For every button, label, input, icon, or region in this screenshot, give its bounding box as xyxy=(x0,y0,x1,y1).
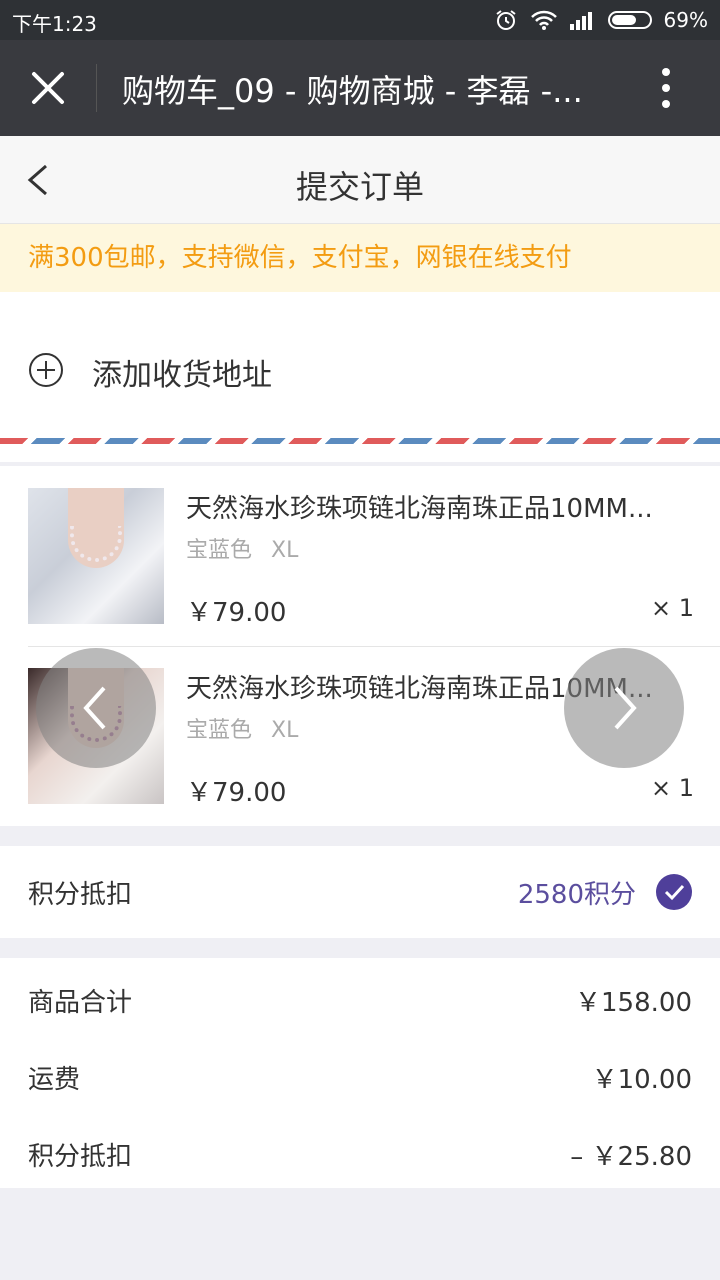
carousel-prev-button[interactable] xyxy=(36,648,156,768)
carousel-next-button[interactable] xyxy=(564,648,684,768)
goods-total-label: 商品合计 xyxy=(28,988,133,1018)
add-address-section[interactable]: 添加收货地址 xyxy=(0,292,720,462)
shipping-notice: 满300包邮，支持微信，支付宝，网银在线支付 xyxy=(0,224,720,292)
signal-icon xyxy=(569,12,592,30)
status-bar: 下午1:23 69% xyxy=(0,0,720,40)
airmail-stripe xyxy=(0,438,720,444)
product-image xyxy=(28,488,164,624)
status-icons: 69% xyxy=(494,6,708,34)
product-name: 天然海水珍珠项链北海南珠正品10MM... xyxy=(186,494,653,524)
summary-row-shipping: 运费 ￥10.00 xyxy=(0,1035,720,1112)
status-time: 下午1:23 xyxy=(12,12,97,36)
product-quantity: × 1 xyxy=(650,594,694,622)
points-deduction-row[interactable]: 积分抵扣 2580积分 xyxy=(0,846,720,938)
shipping-value: ￥10.00 xyxy=(591,1065,692,1095)
list-item[interactable]: 天然海水珍珠项链北海南珠正品10MM... 宝蓝色 XL ￥79.00 × 1 xyxy=(0,466,720,647)
battery-level xyxy=(611,15,637,25)
product-price: ￥79.00 xyxy=(186,778,287,808)
product-size: XL xyxy=(271,538,299,563)
checkmark-icon[interactable] xyxy=(656,874,692,910)
summary-row-goods: 商品合计 ￥158.00 xyxy=(0,958,720,1035)
product-size: XL xyxy=(271,718,299,743)
summary-row-points: 积分抵扣 – ￥25.80 xyxy=(0,1112,720,1189)
battery-percent: 69% xyxy=(663,8,708,32)
close-icon[interactable] xyxy=(28,68,68,108)
alarm-icon xyxy=(495,10,516,30)
wifi-icon xyxy=(530,10,557,30)
points-value: 2580积分 xyxy=(517,880,636,910)
more-menu-icon[interactable] xyxy=(660,68,672,108)
header-divider xyxy=(96,64,97,112)
shipping-label: 运费 xyxy=(28,1065,81,1095)
product-color: 宝蓝色 xyxy=(186,718,253,743)
add-circle-icon xyxy=(29,353,63,387)
points-deduction-label: 积分抵扣 xyxy=(28,1142,133,1172)
order-summary: 商品合计 ￥158.00 运费 ￥10.00 积分抵扣 – ￥25.80 xyxy=(0,958,720,1188)
add-address-label: 添加收货地址 xyxy=(92,358,272,393)
points-label: 积分抵扣 xyxy=(28,880,133,910)
product-spec: 宝蓝色 XL xyxy=(186,532,310,564)
product-list: 天然海水珍珠项链北海南珠正品10MM... 宝蓝色 XL ￥79.00 × 1 … xyxy=(0,466,720,826)
chevron-right-icon xyxy=(614,686,637,730)
product-spec: 宝蓝色 XL xyxy=(186,712,310,744)
webview-title: 购物车_09 - 购物商城 - 李磊 -... xyxy=(122,72,583,110)
page-title: 提交订单 xyxy=(295,168,424,206)
page-navbar: 提交订单 xyxy=(0,136,720,224)
battery-icon xyxy=(607,11,652,29)
product-quantity: × 1 xyxy=(650,774,694,802)
points-deduction-value: – ￥25.80 xyxy=(570,1142,692,1172)
chevron-left-icon xyxy=(83,686,106,730)
product-price: ￥79.00 xyxy=(186,598,287,628)
webview-header: 购物车_09 - 购物商城 - 李磊 -... xyxy=(0,40,720,136)
goods-total-value: ￥158.00 xyxy=(575,988,692,1018)
product-color: 宝蓝色 xyxy=(186,538,253,563)
